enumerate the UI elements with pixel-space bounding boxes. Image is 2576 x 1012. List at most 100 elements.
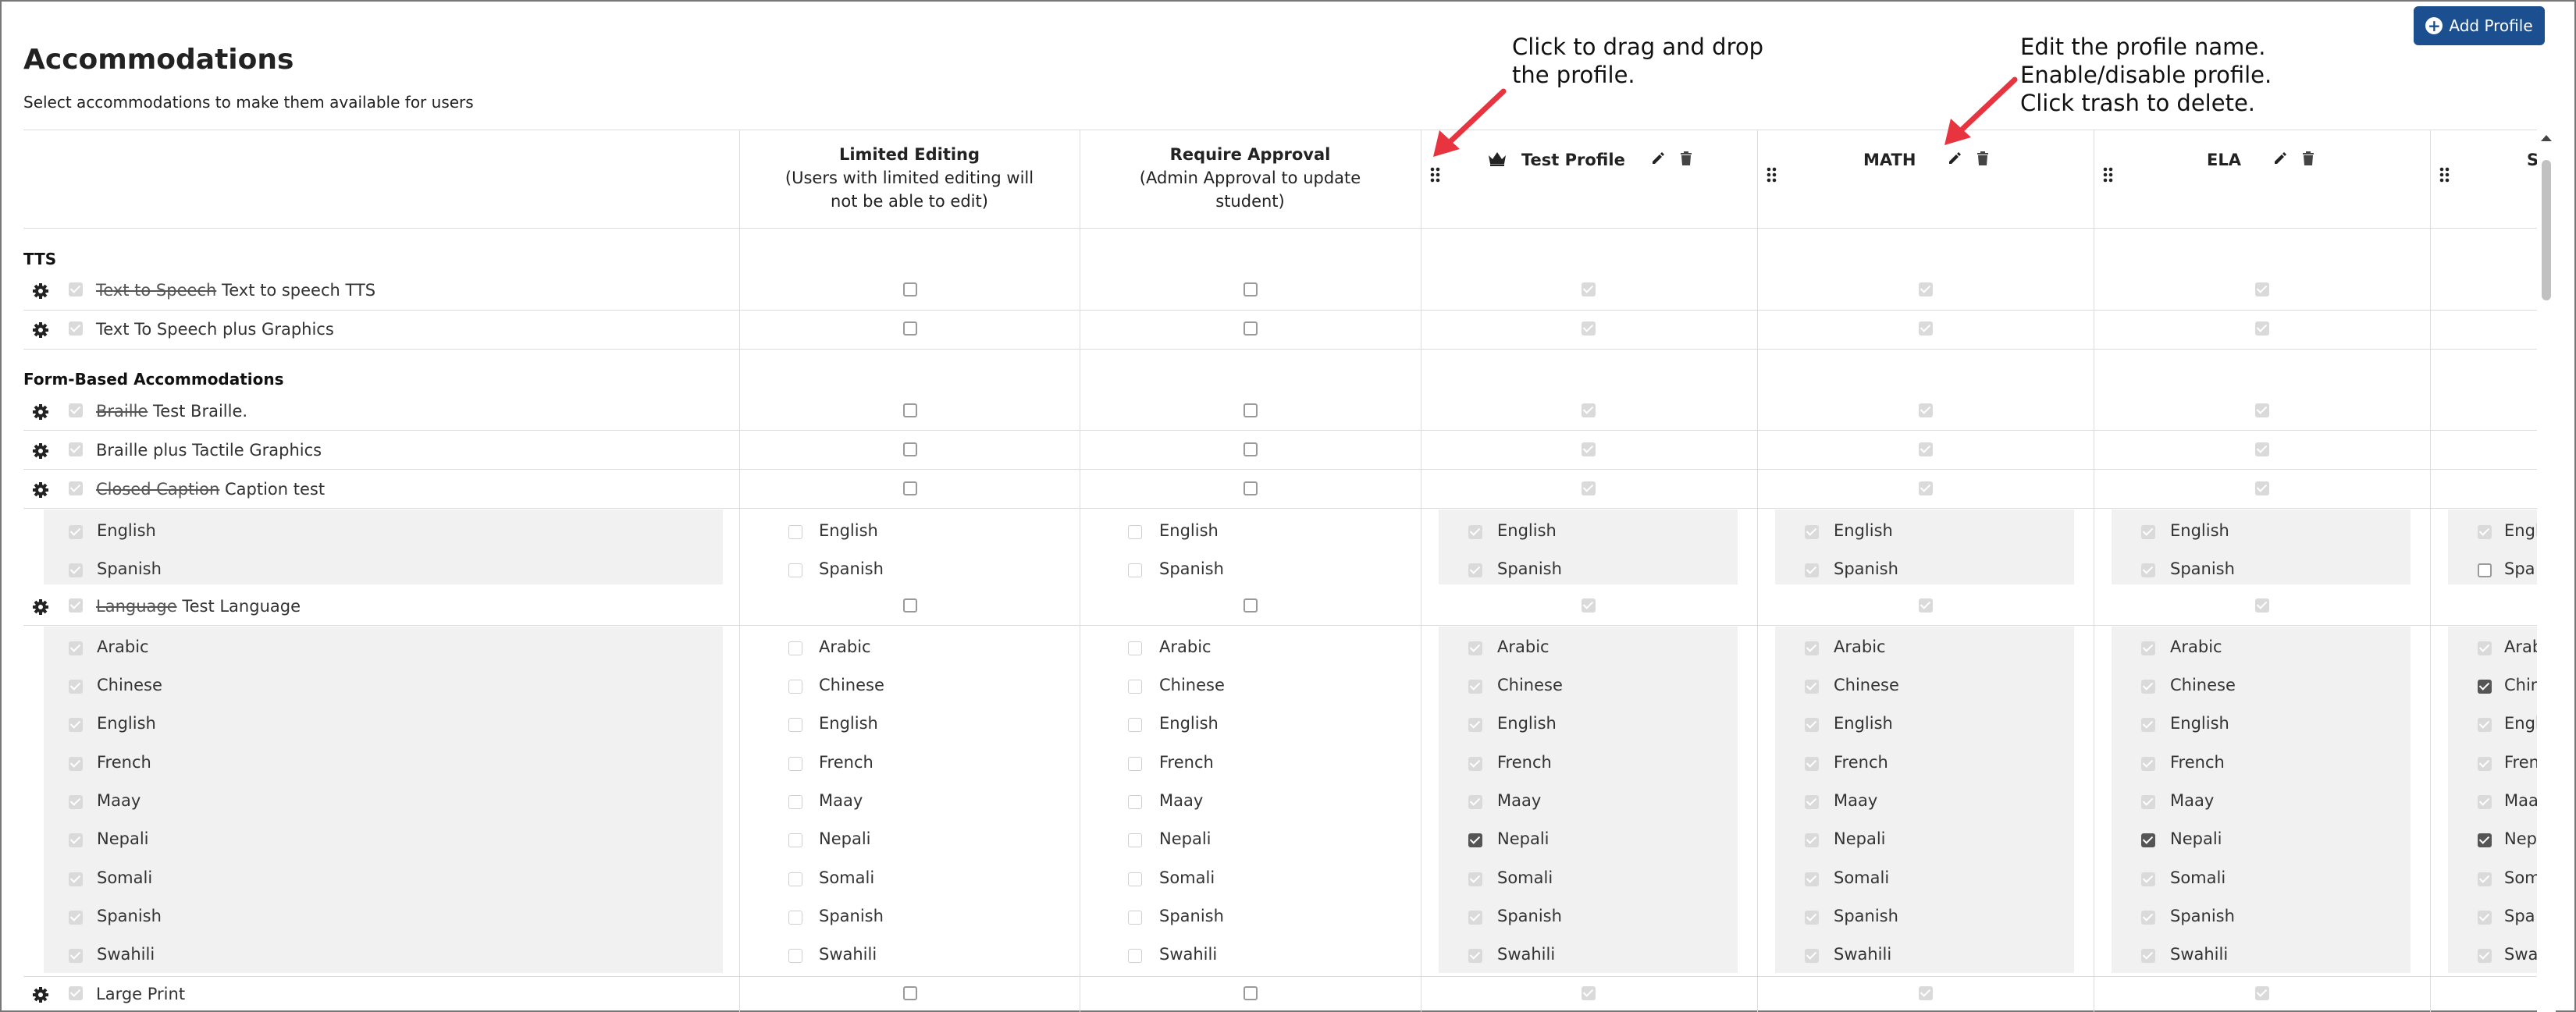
option-checkbox[interactable] [1805,872,1819,886]
scroll-up-arrow-icon[interactable] [2539,133,2554,144]
option-checkbox[interactable] [1805,680,1819,694]
accommodation-checkbox[interactable] [69,403,83,417]
profile-checkbox[interactable] [1919,986,1933,1000]
option-checkbox[interactable] [1468,641,1482,655]
limited-editing-checkbox[interactable] [903,282,917,296]
option-checkbox[interactable] [788,911,802,925]
gear-icon[interactable] [31,403,50,421]
drag-handle-icon[interactable] [2102,166,2115,183]
profile-checkbox[interactable] [1582,986,1596,1000]
option-checkbox[interactable] [788,872,802,886]
option-checkbox[interactable] [1128,833,1142,847]
option-checkbox[interactable] [1805,795,1819,809]
profile-checkbox[interactable] [1582,321,1596,336]
option-checkbox[interactable] [2478,833,2492,847]
option-checkbox[interactable] [69,563,83,577]
option-checkbox[interactable] [69,680,83,694]
profile-checkbox[interactable] [2255,481,2269,495]
option-checkbox[interactable] [2141,833,2155,847]
profile-checkbox[interactable] [1919,598,1933,613]
option-checkbox[interactable] [1128,680,1142,694]
limited-editing-checkbox[interactable] [903,442,917,456]
profile-checkbox[interactable] [1919,442,1933,456]
option-checkbox[interactable] [788,563,802,577]
option-checkbox[interactable] [1468,911,1482,925]
option-checkbox[interactable] [1128,911,1142,925]
add-profile-button[interactable]: + Add Profile [2414,6,2545,45]
option-checkbox[interactable] [2478,641,2492,655]
accommodation-checkbox[interactable] [69,986,83,1000]
option-checkbox[interactable] [1128,718,1142,732]
profile-checkbox[interactable] [2255,598,2269,613]
option-checkbox[interactable] [69,525,83,539]
option-checkbox[interactable] [1468,718,1482,732]
profile-checkbox[interactable] [2255,442,2269,456]
option-checkbox[interactable] [69,872,83,886]
option-checkbox[interactable] [69,949,83,963]
require-approval-checkbox[interactable] [1244,282,1258,296]
pencil-icon[interactable] [2272,151,2288,170]
option-checkbox[interactable] [1468,833,1482,847]
option-checkbox[interactable] [2478,525,2492,539]
option-checkbox[interactable] [788,718,802,732]
require-approval-checkbox[interactable] [1244,442,1258,456]
option-checkbox[interactable] [788,641,802,655]
option-checkbox[interactable] [1128,795,1142,809]
option-checkbox[interactable] [2141,911,2155,925]
option-checkbox[interactable] [1468,795,1482,809]
option-checkbox[interactable] [2141,563,2155,577]
option-checkbox[interactable] [788,757,802,771]
option-checkbox[interactable] [2478,718,2492,732]
option-checkbox[interactable] [69,911,83,925]
profile-checkbox[interactable] [2255,403,2269,417]
limited-editing-checkbox[interactable] [903,986,917,1000]
profile-checkbox[interactable] [1582,481,1596,495]
pencil-icon[interactable] [1650,151,1666,170]
profile-checkbox[interactable] [2255,321,2269,336]
profile-checkbox[interactable] [1919,321,1933,336]
accommodation-checkbox[interactable] [69,442,83,456]
option-checkbox[interactable] [1128,641,1142,655]
option-checkbox[interactable] [1468,680,1482,694]
accommodation-checkbox[interactable] [69,282,83,296]
limited-editing-checkbox[interactable] [903,598,917,613]
option-checkbox[interactable] [1468,949,1482,963]
option-checkbox[interactable] [2478,563,2492,577]
gear-icon[interactable] [31,985,50,1004]
require-approval-checkbox[interactable] [1244,986,1258,1000]
option-checkbox[interactable] [2141,949,2155,963]
profile-checkbox[interactable] [2255,986,2269,1000]
option-checkbox[interactable] [1805,949,1819,963]
option-checkbox[interactable] [69,718,83,732]
accommodation-checkbox[interactable] [69,598,83,613]
drag-handle-icon[interactable] [2439,166,2451,183]
profile-checkbox[interactable] [1919,481,1933,495]
option-checkbox[interactable] [1468,757,1482,771]
trash-icon[interactable] [1976,151,1989,170]
option-checkbox[interactable] [2141,680,2155,694]
gear-icon[interactable] [31,598,50,616]
option-checkbox[interactable] [2141,757,2155,771]
option-checkbox[interactable] [2478,757,2492,771]
option-checkbox[interactable] [2478,872,2492,886]
option-checkbox[interactable] [1128,949,1142,963]
gear-icon[interactable] [31,442,50,460]
profile-checkbox[interactable] [1919,282,1933,296]
require-approval-checkbox[interactable] [1244,321,1258,336]
option-checkbox[interactable] [1128,872,1142,886]
option-checkbox[interactable] [1805,833,1819,847]
option-checkbox[interactable] [1805,718,1819,732]
gear-icon[interactable] [31,481,50,499]
option-checkbox[interactable] [1805,641,1819,655]
profile-checkbox[interactable] [2255,282,2269,296]
gear-icon[interactable] [31,321,50,339]
require-approval-checkbox[interactable] [1244,598,1258,613]
option-checkbox[interactable] [788,680,802,694]
option-checkbox[interactable] [1805,563,1819,577]
option-checkbox[interactable] [1805,911,1819,925]
scrollbar-thumb[interactable] [2542,160,2551,300]
gear-icon[interactable] [31,282,50,300]
option-checkbox[interactable] [1468,525,1482,539]
profile-checkbox[interactable] [1919,403,1933,417]
drag-handle-icon[interactable] [1766,166,1778,183]
